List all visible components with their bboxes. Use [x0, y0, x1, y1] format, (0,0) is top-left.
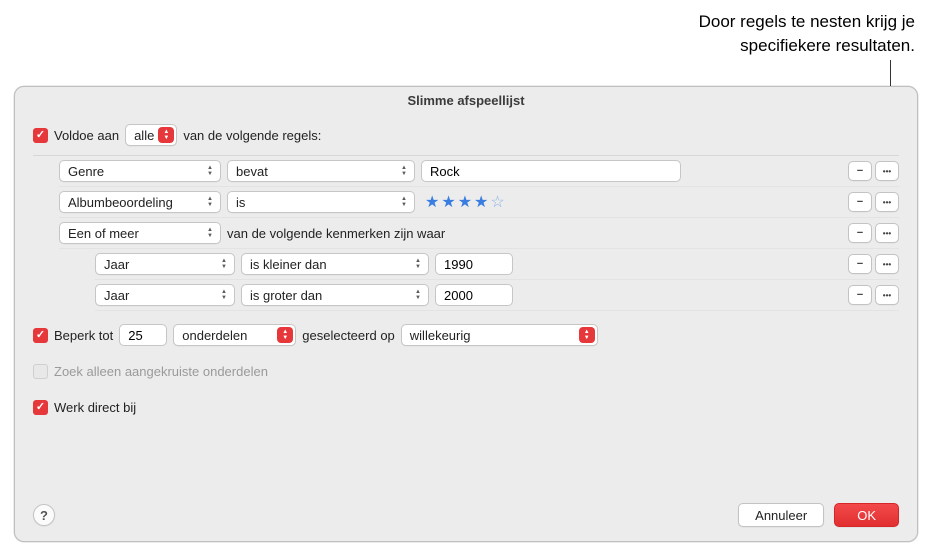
limit-selected-by-select[interactable]: willekeurig ▲▼ [401, 324, 598, 346]
chevron-updown-icon: ▲▼ [579, 327, 595, 343]
chevron-updown-icon: ▲▼ [216, 256, 232, 272]
rules-list: Genre ▲▼ bevat ▲▼ Albumbeoordeling [33, 155, 899, 311]
rule-row: Jaar ▲▼ is kleiner dan ▲▼ [95, 249, 899, 280]
rule-options-button[interactable] [875, 285, 899, 305]
rule-operator-value: is groter dan [250, 288, 322, 303]
cancel-button[interactable]: Annuleer [738, 503, 824, 527]
rule-field-value: Genre [68, 164, 104, 179]
match-prefix-label: Voldoe aan [54, 128, 119, 143]
rule-row: Genre ▲▼ bevat ▲▼ [59, 156, 899, 187]
live-updating-label: Werk direct bij [54, 400, 136, 415]
chevron-updown-icon: ▲▼ [202, 225, 218, 241]
remove-rule-button[interactable] [848, 192, 872, 212]
rule-field-select[interactable]: Jaar ▲▼ [95, 284, 235, 306]
rule-field-value: Albumbeoordeling [68, 195, 173, 210]
rule-group-header: Een of meer ▲▼ van de volgende kenmerken… [59, 218, 899, 249]
chevron-updown-icon: ▲▼ [202, 163, 218, 179]
limit-unit-select[interactable]: onderdelen ▲▼ [173, 324, 296, 346]
remove-rule-button[interactable] [848, 254, 872, 274]
star-icon: ★ [474, 192, 490, 212]
rule-operator-select[interactable]: bevat ▲▼ [227, 160, 415, 182]
help-button[interactable]: ? [33, 504, 55, 526]
rule-group-quantifier-value: Een of meer [68, 226, 139, 241]
chevron-updown-icon: ▲▼ [202, 194, 218, 210]
rule-value-input[interactable] [435, 253, 513, 275]
star-icon: ☆ [490, 192, 506, 212]
limit-checkbox[interactable] [33, 328, 48, 343]
rule-operator-select[interactable]: is ▲▼ [227, 191, 415, 213]
limit-value-input[interactable] [119, 324, 167, 346]
limit-label: Beperk tot [54, 328, 113, 343]
star-icon: ★ [425, 192, 441, 212]
annotation-line-2: specifiekere resultaten. [699, 34, 915, 58]
rule-group-quantifier-select[interactable]: Een of meer ▲▼ [59, 222, 221, 244]
rule-operator-select[interactable]: is groter dan ▲▼ [241, 284, 429, 306]
star-icon: ★ [458, 192, 474, 212]
chevron-updown-icon: ▲▼ [158, 127, 174, 143]
limit-selected-by-value: willekeurig [410, 328, 471, 343]
rule-field-select[interactable]: Genre ▲▼ [59, 160, 221, 182]
remove-rule-button[interactable] [848, 223, 872, 243]
rule-options-button[interactable] [875, 223, 899, 243]
rule-options-button[interactable] [875, 192, 899, 212]
rule-operator-value: is kleiner dan [250, 257, 327, 272]
chevron-updown-icon: ▲▼ [410, 256, 426, 272]
chevron-updown-icon: ▲▼ [216, 287, 232, 303]
chevron-updown-icon: ▲▼ [277, 327, 293, 343]
match-rules-checkbox[interactable] [33, 128, 48, 143]
limit-selected-by-label: geselecteerd op [302, 328, 395, 343]
ok-button[interactable]: OK [834, 503, 899, 527]
rule-field-select[interactable]: Jaar ▲▼ [95, 253, 235, 275]
rule-row: Jaar ▲▼ is groter dan ▲▼ [95, 280, 899, 311]
chevron-updown-icon: ▲▼ [396, 163, 412, 179]
only-checked-items-label: Zoek alleen aangekruiste onderdelen [54, 364, 268, 379]
match-suffix-label: van de volgende regels: [183, 128, 321, 143]
smart-playlist-dialog: Slimme afspeellijst Voldoe aan alle ▲▼ v… [14, 86, 918, 542]
rule-value-input[interactable] [435, 284, 513, 306]
limit-unit-value: onderdelen [182, 328, 247, 343]
rule-field-select[interactable]: Albumbeoordeling ▲▼ [59, 191, 221, 213]
chevron-updown-icon: ▲▼ [410, 287, 426, 303]
rule-value-stars[interactable]: ★ ★ ★ ★ ☆ [421, 192, 507, 212]
rule-field-value: Jaar [104, 288, 129, 303]
chevron-updown-icon: ▲▼ [396, 194, 412, 210]
remove-rule-button[interactable] [848, 161, 872, 181]
rule-options-button[interactable] [875, 254, 899, 274]
rule-operator-value: is [236, 195, 245, 210]
remove-rule-button[interactable] [848, 285, 872, 305]
rule-field-value: Jaar [104, 257, 129, 272]
rule-group-suffix-label: van de volgende kenmerken zijn waar [227, 226, 445, 241]
annotation-text: Door regels te nesten krijg je specifiek… [699, 10, 915, 58]
rule-operator-value: bevat [236, 164, 268, 179]
star-icon: ★ [441, 192, 457, 212]
match-quantifier-value: alle [134, 128, 154, 143]
dialog-title: Slimme afspeellijst [15, 87, 917, 113]
live-updating-checkbox[interactable] [33, 400, 48, 415]
rule-options-button[interactable] [875, 161, 899, 181]
rule-row: Albumbeoordeling ▲▼ is ▲▼ ★ ★ ★ ★ ☆ [59, 187, 899, 218]
rule-value-input[interactable] [421, 160, 681, 182]
annotation-line-1: Door regels te nesten krijg je [699, 10, 915, 34]
rule-operator-select[interactable]: is kleiner dan ▲▼ [241, 253, 429, 275]
only-checked-items-checkbox [33, 364, 48, 379]
match-quantifier-select[interactable]: alle ▲▼ [125, 124, 177, 146]
